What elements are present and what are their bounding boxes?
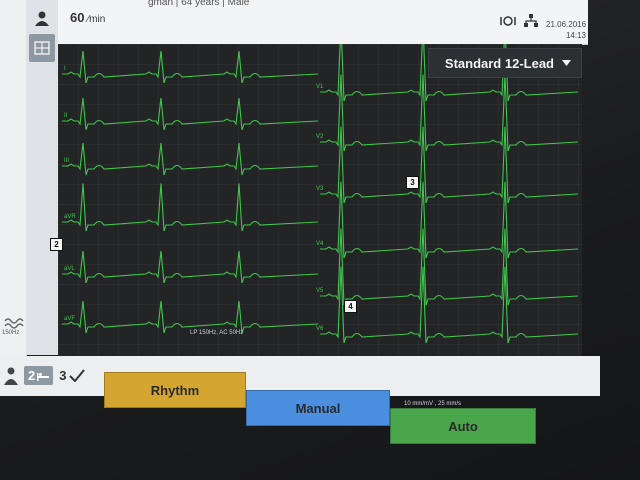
marker-4: 4 <box>344 300 357 313</box>
ecg-screen: I II III aVR aVL aVF V1 V2 V3 V4 V5 V6 Standard 12-… <box>50 44 582 360</box>
ecg-trace-left-3 <box>62 142 319 176</box>
marker-2: 2 <box>50 238 63 251</box>
date: 21.06.2016 <box>546 20 587 29</box>
lead-label-ii: II <box>64 113 68 119</box>
manual-button[interactable]: Manual <box>246 390 390 426</box>
lead-label-v4: V4 <box>316 241 324 247</box>
lead-label-avf: aVF <box>64 316 75 322</box>
ecg-traces: IIIIIIaVRaVLaVFV1V2V3V4V5V6 <box>62 44 579 344</box>
lead-label-avl: aVL <box>64 266 75 272</box>
marker-3: 3 <box>406 176 419 189</box>
network-icon[interactable] <box>524 14 538 28</box>
ecg-trace-right-4 <box>320 181 579 259</box>
ecg-trace-right-3 <box>320 126 579 204</box>
step-2-label: 2 <box>28 368 36 383</box>
checkmark-icon <box>69 369 86 382</box>
workflow-steps: 2 3 <box>4 366 86 385</box>
patient-info: gman | 64 years | Male <box>148 0 250 8</box>
ecg-trace-left-1 <box>62 50 319 84</box>
lead-view-button[interactable] <box>29 34 55 62</box>
heart-rate-unit: ⁄min <box>87 14 106 25</box>
top-header: gman | 64 years | Male 60 ⁄min 21.06.2016… <box>58 0 588 45</box>
device-frame: 150Hz gman | 64 years | Male 60 ⁄min 21.… <box>0 0 640 480</box>
lead-selector-label: Standard 12-Lead <box>444 55 554 71</box>
lead-label-avr: aVR <box>64 214 76 220</box>
left-rail <box>26 0 59 355</box>
user-icon <box>35 11 49 26</box>
person-icon <box>4 367 18 385</box>
lead-label-v1: V1 <box>316 84 324 90</box>
ecg-trace-right-2 <box>320 74 579 152</box>
lead-label-i: I <box>64 66 66 72</box>
lead-label-iii: III <box>64 158 69 164</box>
electrode-icon[interactable] <box>500 14 516 28</box>
time: 14:13 <box>565 31 586 40</box>
left-strip: 150Hz <box>0 0 27 360</box>
filter-label: 150Hz <box>2 330 20 336</box>
lead-label-v2: V2 <box>316 134 324 140</box>
step-3-button[interactable]: 3 <box>59 368 86 383</box>
chevron-down-icon <box>562 60 571 66</box>
rhythm-button[interactable]: Rhythm <box>104 372 246 408</box>
ecg-trace-left-2 <box>62 97 319 131</box>
lead-label-v6: V6 <box>316 326 324 332</box>
date-time: 21.06.2016 14:13 <box>546 19 586 41</box>
header-icons <box>500 14 538 28</box>
ecg-trace-left-6 <box>62 300 319 334</box>
step-3-label: 3 <box>59 368 67 383</box>
heart-rate-value: 60 <box>70 10 85 25</box>
lead-grid-icon <box>34 41 50 55</box>
ecg-trace-right-6 <box>320 266 579 344</box>
lead-label-v5: V5 <box>316 288 324 294</box>
speed-info: 10 mm/mV , 25 mm/s <box>404 401 462 407</box>
patient-button[interactable] <box>29 4 55 32</box>
ecg-trace-left-4 <box>62 183 319 232</box>
step-2-button[interactable]: 2 <box>24 366 54 385</box>
auto-button[interactable]: Auto <box>390 408 536 444</box>
filter-info: LP 150Hz, AC 50Hz <box>190 330 244 336</box>
bed-icon <box>37 372 50 381</box>
ecg-trace-left-5 <box>62 250 319 284</box>
heart-rate: 60 ⁄min <box>70 10 105 25</box>
lead-selector[interactable]: Standard 12-Lead <box>428 48 582 78</box>
ecg-trace-right-5 <box>320 228 579 306</box>
lead-label-v3: V3 <box>316 186 324 192</box>
